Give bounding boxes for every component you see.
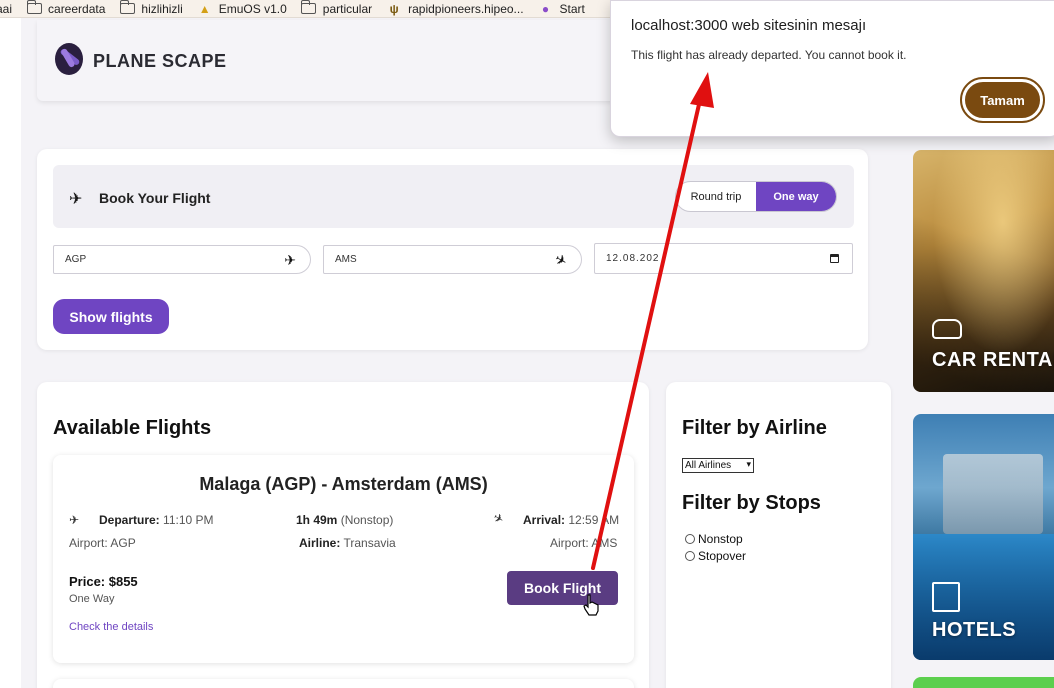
- show-flights-button[interactable]: Show flights: [53, 299, 169, 334]
- check-details-link[interactable]: Check the details: [69, 621, 153, 633]
- flight-price: Price: $855: [69, 574, 138, 589]
- promo-card[interactable]: [913, 677, 1054, 688]
- one-way-button[interactable]: One way: [756, 182, 836, 211]
- departure-plane-icon: ✈: [284, 252, 296, 268]
- airline-select-value: All Airlines: [685, 460, 732, 471]
- booking-header: ✈ Book Your Flight Round trip One way: [53, 165, 854, 228]
- folder-icon: [26, 0, 42, 15]
- radio-icon: [685, 551, 695, 561]
- flight-route: Malaga (AGP) - Amsterdam (AMS): [199, 474, 488, 494]
- bookmark-hizlihizli[interactable]: hizlihizli: [119, 0, 183, 16]
- bookmark-start[interactable]: ● Start: [538, 2, 585, 16]
- airline-name: Transavia: [343, 536, 396, 550]
- duration-row: 1h 49m (Nonstop): [296, 513, 393, 527]
- departure-label: Departure:: [99, 513, 160, 527]
- book-flight-button[interactable]: Book Flight: [507, 571, 618, 605]
- bookmark-rapidpioneers[interactable]: ψ rapidpioneers.hipeo...: [386, 1, 524, 16]
- arrival-label: Arrival:: [523, 513, 566, 527]
- departure-row: ✈ Departure: 11:10 PM: [69, 513, 214, 527]
- rapidpioneers-icon: ψ: [389, 1, 399, 16]
- site-header: PLANE SCAPE: [37, 20, 637, 101]
- alert-dialog: localhost:3000 web sitesinin mesajı This…: [610, 0, 1054, 137]
- folder-icon: [119, 0, 135, 15]
- radio-icon: [685, 534, 695, 544]
- airline-select[interactable]: All Airlines ▾: [682, 458, 754, 473]
- arrival-time: 12:59 AM: [568, 513, 620, 527]
- airline-row: Airline: Transavia: [299, 536, 396, 550]
- filter-stops-heading: Filter by Stops: [682, 492, 821, 514]
- hotels-label: HOTELS: [932, 619, 1017, 641]
- nonstop-radio[interactable]: Nonstop: [685, 532, 743, 546]
- to-airport-input[interactable]: AMS ✈: [323, 245, 582, 274]
- arrival-plane-icon: ✈: [552, 250, 571, 270]
- takeoff-icon: ✈: [69, 513, 80, 527]
- bookmark-label: Start: [559, 1, 585, 16]
- filters-panel: Filter by Airline All Airlines ▾ Filter …: [666, 382, 891, 688]
- dialog-message: This flight has already departed. You ca…: [631, 48, 907, 62]
- car-rental-card[interactable]: CAR RENTAL: [913, 150, 1054, 392]
- bookmark-aai[interactable]: aai: [0, 2, 12, 16]
- arrival-row: ✈ Arrival: 12:59 AM: [490, 509, 620, 528]
- bookmark-label: EmuOS v1.0: [218, 1, 287, 16]
- landing-icon: ✈: [490, 509, 507, 528]
- hotels-card[interactable]: HOTELS: [913, 414, 1054, 660]
- car-icon: [932, 319, 962, 339]
- planescape-logo-icon[interactable]: [55, 43, 83, 75]
- from-airport-value: AGP: [65, 254, 87, 265]
- folder-icon: [301, 0, 317, 15]
- start-icon: ●: [541, 1, 550, 16]
- nonstop-label: Nonstop: [698, 532, 743, 546]
- round-trip-button[interactable]: Round trip: [676, 182, 756, 211]
- available-flights-panel: Available Flights Malaga (AGP) - Amsterd…: [37, 382, 649, 688]
- calendar-icon[interactable]: [830, 254, 839, 263]
- to-airport-value: AMS: [335, 254, 357, 265]
- flight-card: [53, 679, 634, 688]
- airplane-icon: ✈: [69, 191, 83, 208]
- flight-stops: (Nonstop): [340, 513, 394, 527]
- bookmark-label: rapidpioneers.hipeo...: [408, 1, 524, 16]
- trip-type-label: One Way: [69, 593, 115, 605]
- stopover-radio[interactable]: Stopover: [685, 549, 746, 563]
- car-rental-label: CAR RENTAL: [932, 349, 1054, 371]
- chevron-down-icon: ▾: [746, 459, 751, 469]
- flight-duration: 1h 49m: [296, 513, 338, 527]
- dialog-title: localhost:3000 web sitesinin mesajı: [631, 17, 867, 34]
- bookmark-careerdata[interactable]: careerdata: [26, 0, 106, 16]
- departure-airport: Airport: AGP: [69, 536, 136, 550]
- date-value: 12.08.202: [606, 253, 660, 264]
- stopover-label: Stopover: [698, 549, 747, 563]
- hotel-icon: [932, 582, 960, 612]
- date-input[interactable]: 12.08.202: [594, 243, 853, 274]
- bookmark-label: careerdata: [48, 1, 106, 16]
- airline-label: Airline:: [299, 536, 341, 550]
- dialog-ok-button[interactable]: Tamam: [960, 77, 1045, 123]
- bookmark-label: aai: [0, 1, 13, 16]
- bookmark-emuos[interactable]: ▲ EmuOS v1.0: [197, 2, 287, 16]
- left-gutter: [0, 18, 21, 688]
- from-airport-input[interactable]: AGP ✈: [53, 245, 311, 274]
- departure-time: 11:10 PM: [163, 513, 214, 527]
- booking-title: Book Your Flight: [99, 190, 211, 206]
- bookmark-particular[interactable]: particular: [301, 0, 373, 16]
- bookmark-label: particular: [322, 1, 373, 16]
- brand-name[interactable]: PLANE SCAPE: [93, 51, 227, 72]
- emuos-icon: ▲: [198, 1, 211, 16]
- hand-cursor-icon: [583, 594, 599, 616]
- flight-card: Malaga (AGP) - Amsterdam (AMS) ✈ Departur…: [53, 455, 634, 663]
- available-flights-heading: Available Flights: [53, 417, 212, 439]
- hotel-image: [943, 454, 1043, 534]
- filter-airline-heading: Filter by Airline: [682, 417, 827, 439]
- arrival-airport: Airport: AMS: [550, 536, 618, 550]
- booking-panel: ✈ Book Your Flight Round trip One way AG…: [37, 149, 868, 350]
- trip-type-toggle: Round trip One way: [675, 181, 837, 212]
- bookmark-label: hizlihizli: [141, 1, 183, 16]
